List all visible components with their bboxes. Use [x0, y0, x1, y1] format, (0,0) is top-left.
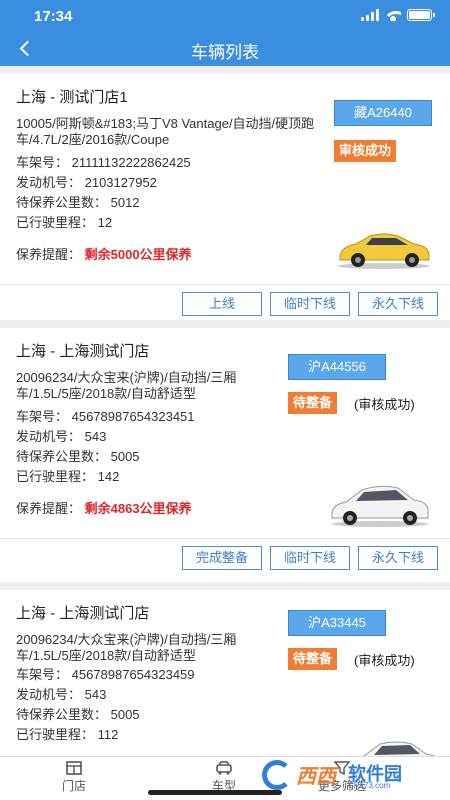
- reminder-value: 剩余4863公里保养: [84, 501, 192, 516]
- system-icons: [361, 9, 435, 21]
- status-badge: 审核成功: [334, 140, 397, 162]
- logo-icon: [262, 760, 292, 790]
- reminder-value: 剩余5000公里保养: [84, 247, 192, 262]
- car-image: [361, 741, 435, 756]
- vehicle-description: 10005/阿斯顿&#183;马丁V8 Vantage/自动挡/硬顶跑车/4.7…: [16, 116, 315, 147]
- tab-label: 门店: [61, 779, 86, 793]
- watermark-url: CR173.com: [348, 781, 391, 790]
- page-title: 车辆列表: [191, 43, 259, 62]
- engine-number: 发动机号： 543: [16, 429, 107, 444]
- maintenance-reminder: 保养提醒： 剩余5000公里保养: [16, 244, 192, 263]
- reminder-label: 保养提醒：: [16, 501, 82, 516]
- perm-offline-button[interactable]: 永久下线: [358, 292, 438, 316]
- maintenance-reminder: 保养提醒： 剩余4863公里保养: [16, 498, 192, 517]
- frame-number: 车架号： 45678987654323451: [16, 409, 195, 424]
- temp-offline-button[interactable]: 临时下线: [270, 292, 350, 316]
- engine-number: 发动机号： 2103127952: [16, 175, 157, 190]
- status-note: (审核成功): [354, 653, 415, 668]
- tab-store[interactable]: 门店: [24, 761, 124, 794]
- maintenance-km: 待保养公里数： 5012: [16, 195, 140, 210]
- signal-icon: [361, 9, 379, 21]
- car-image: [338, 233, 430, 269]
- license-plate: 沪A44556: [288, 354, 386, 380]
- car-icon: [216, 761, 232, 775]
- license-plate: 藏A26440: [334, 100, 432, 126]
- temp-offline-button[interactable]: 临时下线: [270, 546, 350, 570]
- perm-offline-button[interactable]: 永久下线: [358, 546, 438, 570]
- frame-number: 车架号： 21111132222862425: [16, 155, 191, 170]
- status-badge: 待整备: [288, 392, 338, 414]
- car-image: [331, 485, 429, 527]
- status-bar: 17:34: [0, 0, 450, 30]
- driven-km: 已行驶里程： 12: [16, 215, 113, 230]
- vehicle-card: 上海 - 测试门店1 10005/阿斯顿&#183;马丁V8 Vantage/自…: [0, 74, 450, 320]
- engine-number: 发动机号： 543: [16, 687, 107, 702]
- store-name: 上海 - 上海测试门店: [16, 343, 150, 360]
- vehicle-card: 上海 - 上海测试门店 20096234/大众宝来(沪牌)/自动挡/三厢车/1.…: [0, 590, 450, 756]
- driven-km: 已行驶里程： 142: [16, 469, 120, 484]
- frame-number: 车架号： 45678987654323459: [16, 667, 195, 682]
- store-name: 上海 - 测试门店1: [16, 89, 128, 106]
- wifi-icon: [385, 9, 401, 21]
- status-note: (审核成功): [354, 397, 415, 412]
- vehicle-description: 20096234/大众宝来(沪牌)/自动挡/三厢车/1.5L/5座/2018款/…: [16, 632, 237, 663]
- license-plate: 沪A33445: [288, 610, 386, 636]
- online-button[interactable]: 上线: [182, 292, 262, 316]
- home-indicator: [148, 790, 282, 795]
- vehicle-description: 20096234/大众宝来(沪牌)/自动挡/三厢车/1.5L/5座/2018款/…: [16, 370, 237, 401]
- store-name: 上海 - 上海测试门店: [16, 605, 150, 622]
- maintenance-km: 待保养公里数： 5005: [16, 707, 140, 722]
- maintenance-km: 待保养公里数： 5005: [16, 449, 140, 464]
- status-badge: 待整备: [288, 648, 338, 670]
- watermark-brand: 西西: [296, 766, 336, 788]
- divider: [0, 538, 450, 539]
- watermark-logo: 西西 软件园 CR173.com: [262, 758, 438, 792]
- store-icon: [66, 761, 82, 775]
- battery-icon: [407, 9, 435, 21]
- complete-prep-button[interactable]: 完成整备: [182, 546, 262, 570]
- vehicle-card: 上海 - 上海测试门店 20096234/大众宝来(沪牌)/自动挡/三厢车/1.…: [0, 328, 450, 582]
- reminder-label: 保养提醒：: [16, 247, 82, 262]
- nav-bar: 车辆列表: [0, 30, 450, 66]
- divider: [0, 284, 450, 285]
- vehicle-list[interactable]: 上海 - 测试门店1 10005/阿斯顿&#183;马丁V8 Vantage/自…: [0, 66, 450, 756]
- driven-km: 已行驶里程： 112: [16, 727, 119, 742]
- status-time: 17:34: [34, 8, 73, 25]
